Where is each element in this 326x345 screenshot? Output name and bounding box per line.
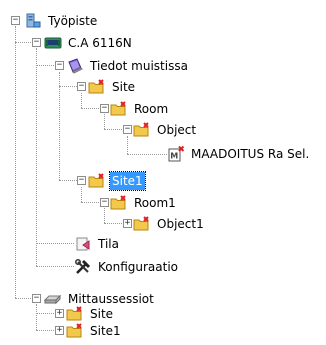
- tree-node-memory-data[interactable]: Tiedot muistissa: [66, 55, 190, 77]
- tree-collapse-button[interactable]: −: [55, 61, 64, 70]
- tree-node-label: Site1: [90, 324, 121, 338]
- tree-collapse-button[interactable]: −: [100, 104, 109, 113]
- tree-guide-line: [104, 223, 122, 224]
- tree-node-configuration[interactable]: Konfiguraatio: [74, 256, 180, 278]
- tree-guide-line: [104, 129, 122, 130]
- tree-collapse-button[interactable]: −: [100, 198, 109, 207]
- tree-expand-button[interactable]: +: [55, 309, 64, 318]
- tree-expand-button[interactable]: +: [55, 326, 64, 335]
- tree-guide-line: [36, 304, 37, 330]
- tree-guide-line: [81, 202, 99, 203]
- tree-guide-line: [59, 86, 77, 87]
- tree-node-label: Object: [157, 123, 197, 137]
- tree-node-label: C.A 6116N: [68, 36, 132, 50]
- tree-guide-line: [15, 42, 33, 43]
- tree-guide-line: [104, 208, 105, 223]
- tree-guide-line: [15, 26, 16, 298]
- measurement-error-icon: M: [167, 146, 185, 162]
- tree-guide-line: [36, 243, 74, 244]
- tree-node-label: Tila: [98, 237, 119, 251]
- tree-node-memory-site[interactable]: Site: [88, 76, 137, 98]
- tree-node-label: Room: [134, 102, 169, 116]
- tree-guide-line: [127, 136, 128, 154]
- tree-node-workstation[interactable]: Työpiste: [24, 10, 99, 32]
- tree-guide-line: [81, 93, 82, 108]
- tree-view[interactable]: − − − − − − − − + − + + Työpiste C.A 611…: [0, 0, 326, 345]
- tree-guide-line: [36, 48, 37, 266]
- tree-node-instrument[interactable]: C.A 6116N: [44, 32, 134, 54]
- folder-error-icon: [110, 195, 128, 211]
- computer-icon: [24, 13, 42, 29]
- tree-node-label: Object1: [157, 217, 204, 231]
- tree-guide-line: [59, 72, 60, 180]
- tree-node-label: Työpiste: [48, 14, 98, 28]
- folder-error-icon: [133, 216, 151, 232]
- tree-collapse-button[interactable]: −: [32, 38, 41, 47]
- svg-text:M: M: [170, 152, 178, 161]
- tree-guide-line: [15, 298, 33, 299]
- tree-expand-button[interactable]: +: [123, 219, 132, 228]
- folder-error-icon: [88, 79, 106, 95]
- tree-collapse-button[interactable]: −: [77, 82, 86, 91]
- tools-icon: [74, 259, 92, 275]
- tree-guide-line: [36, 65, 54, 66]
- tree-collapse-button[interactable]: −: [32, 294, 41, 303]
- tree-node-session-site1[interactable]: Site1: [66, 320, 123, 342]
- tree-guide-line: [36, 330, 54, 331]
- folder-error-icon: [133, 122, 151, 138]
- folder-error-icon: [88, 173, 106, 189]
- tree-guide-line: [36, 266, 74, 267]
- tree-guide-line: [81, 187, 82, 202]
- tree-node-status[interactable]: Tila: [74, 233, 121, 255]
- tree-node-label: Konfiguraatio: [98, 260, 179, 274]
- tree-node-label: Site1: [109, 171, 146, 191]
- tree-collapse-button[interactable]: −: [77, 176, 86, 185]
- tree-node-memory-measurement[interactable]: M MAADOITUS Ra Sel.: [167, 143, 311, 165]
- tree-node-memory-site1[interactable]: Site1: [88, 170, 146, 192]
- status-page-icon: [74, 236, 92, 252]
- disk-icon: [44, 291, 62, 307]
- tree-node-label: Tiedot muistissa: [90, 59, 188, 73]
- tree-guide-line: [104, 114, 105, 129]
- tree-node-label: Room1: [134, 196, 176, 210]
- tree-guide-line: [59, 180, 77, 181]
- tree-node-label: MAADOITUS Ra Sel.: [191, 147, 310, 161]
- tree-node-memory-room[interactable]: Room: [110, 98, 170, 120]
- tree-collapse-button[interactable]: −: [123, 125, 132, 134]
- instrument-icon: [44, 35, 62, 51]
- folder-error-icon: [110, 101, 128, 117]
- tree-node-label: Site: [112, 80, 136, 94]
- tree-collapse-button[interactable]: −: [11, 16, 20, 25]
- tree-node-memory-object[interactable]: Object: [133, 119, 198, 141]
- memory-book-icon: [66, 58, 84, 74]
- tree-node-memory-object1[interactable]: Object1: [133, 213, 206, 235]
- tree-node-memory-room1[interactable]: Room1: [110, 192, 178, 214]
- tree-guide-line: [127, 154, 167, 155]
- folder-error-icon: [66, 323, 84, 339]
- tree-guide-line: [81, 108, 99, 109]
- tree-guide-line: [36, 313, 54, 314]
